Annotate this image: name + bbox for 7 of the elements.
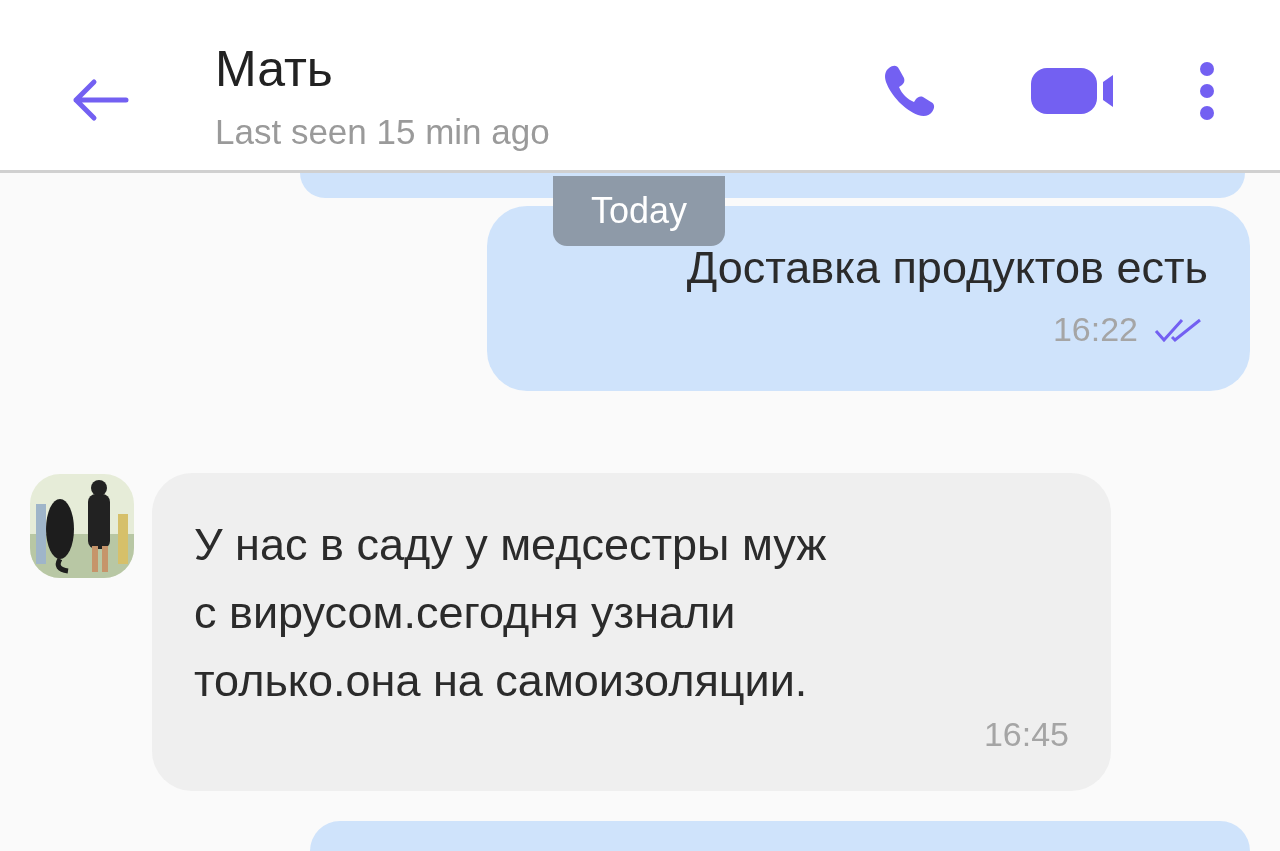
date-badge: Today [553,176,725,246]
message-text: У нас в саду у медсестры муж с вирусом.сегодня узнали только.она на самоизоляции. [194,518,828,708]
last-seen-status: Last seen 15 min ago [215,112,551,152]
message-time: 16:22 [1052,310,1138,349]
contact-name: Мать [215,40,334,99]
more-options-icon[interactable] [1199,62,1215,120]
message-time: 16:45 [983,715,1069,754]
